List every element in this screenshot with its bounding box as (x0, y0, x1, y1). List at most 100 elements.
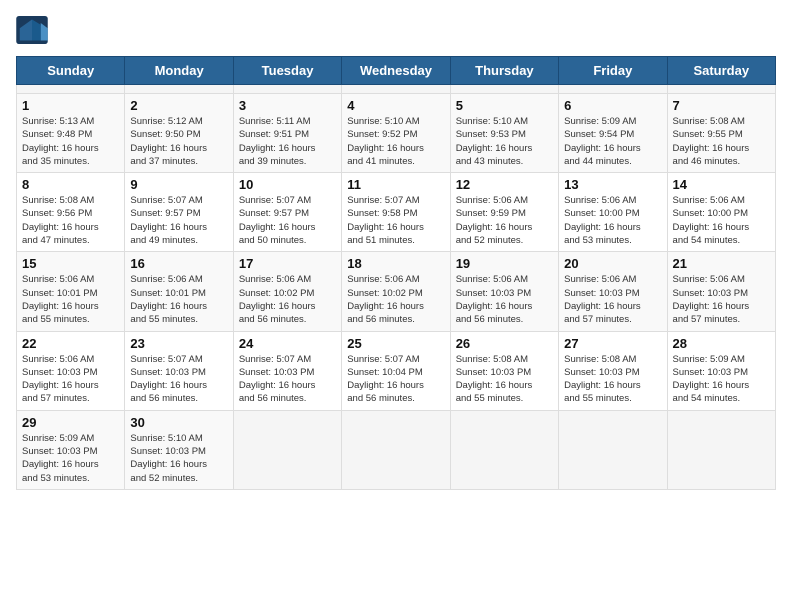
calendar-cell: 14Sunrise: 5:06 AM Sunset: 10:00 PM Dayl… (667, 173, 775, 252)
calendar-cell (667, 410, 775, 489)
calendar-cell (233, 410, 341, 489)
day-number: 29 (22, 415, 119, 430)
calendar-week-row: 8 Sunrise: 5:08 AM Sunset: 9:56 PM Daylig… (17, 173, 776, 252)
calendar-cell (125, 85, 233, 94)
day-number: 11 (347, 177, 444, 192)
day-number: 6 (564, 98, 661, 113)
cell-info: Sunrise: 5:08 AM Sunset: 9:56 PM Dayligh… (22, 194, 119, 247)
cell-info: Sunrise: 5:06 AM Sunset: 10:01 PM Daylig… (22, 273, 119, 326)
calendar-header-row: SundayMondayTuesdayWednesdayThursdayFrid… (17, 57, 776, 85)
day-number: 7 (673, 98, 770, 113)
calendar-week-row: 1 Sunrise: 5:13 AM Sunset: 9:48 PM Daylig… (17, 94, 776, 173)
day-number: 25 (347, 336, 444, 351)
day-number: 23 (130, 336, 227, 351)
day-header: Friday (559, 57, 667, 85)
day-number: 24 (239, 336, 336, 351)
calendar-cell: 30 Sunrise: 5:10 AM Sunset: 10:03 PM Dayl… (125, 410, 233, 489)
calendar-cell (450, 85, 558, 94)
day-number: 13 (564, 177, 661, 192)
cell-info: Sunrise: 5:06 AM Sunset: 10:03 PM Daylig… (673, 273, 770, 326)
calendar-cell: 15Sunrise: 5:06 AM Sunset: 10:01 PM Dayl… (17, 252, 125, 331)
page-header (16, 16, 776, 44)
day-number: 2 (130, 98, 227, 113)
cell-info: Sunrise: 5:06 AM Sunset: 10:00 PM Daylig… (564, 194, 661, 247)
calendar-cell (450, 410, 558, 489)
day-header: Monday (125, 57, 233, 85)
calendar-cell: 7 Sunrise: 5:08 AM Sunset: 9:55 PM Daylig… (667, 94, 775, 173)
calendar-cell (17, 85, 125, 94)
day-number: 21 (673, 256, 770, 271)
calendar-table: SundayMondayTuesdayWednesdayThursdayFrid… (16, 56, 776, 490)
calendar-cell: 21 Sunrise: 5:06 AM Sunset: 10:03 PM Dayl… (667, 252, 775, 331)
cell-info: Sunrise: 5:07 AM Sunset: 9:57 PM Dayligh… (130, 194, 227, 247)
calendar-cell: 9Sunrise: 5:07 AM Sunset: 9:57 PM Daylig… (125, 173, 233, 252)
calendar-cell: 17 Sunrise: 5:06 AM Sunset: 10:02 PM Dayl… (233, 252, 341, 331)
calendar-cell: 10 Sunrise: 5:07 AM Sunset: 9:57 PM Dayli… (233, 173, 341, 252)
cell-info: Sunrise: 5:09 AM Sunset: 10:03 PM Daylig… (673, 353, 770, 406)
calendar-cell: 19Sunrise: 5:06 AM Sunset: 10:03 PM Dayl… (450, 252, 558, 331)
calendar-cell: 2 Sunrise: 5:12 AM Sunset: 9:50 PM Daylig… (125, 94, 233, 173)
calendar-cell: 23 Sunrise: 5:07 AM Sunset: 10:03 PM Dayl… (125, 331, 233, 410)
cell-info: Sunrise: 5:08 AM Sunset: 10:03 PM Daylig… (456, 353, 553, 406)
calendar-cell: 8 Sunrise: 5:08 AM Sunset: 9:56 PM Daylig… (17, 173, 125, 252)
cell-info: Sunrise: 5:09 AM Sunset: 9:54 PM Dayligh… (564, 115, 661, 168)
calendar-cell (559, 410, 667, 489)
cell-info: Sunrise: 5:06 AM Sunset: 10:01 PM Daylig… (130, 273, 227, 326)
calendar-cell: 26 Sunrise: 5:08 AM Sunset: 10:03 PM Dayl… (450, 331, 558, 410)
cell-info: Sunrise: 5:10 AM Sunset: 9:52 PM Dayligh… (347, 115, 444, 168)
cell-info: Sunrise: 5:07 AM Sunset: 10:03 PM Daylig… (130, 353, 227, 406)
calendar-cell: 28 Sunrise: 5:09 AM Sunset: 10:03 PM Dayl… (667, 331, 775, 410)
cell-info: Sunrise: 5:10 AM Sunset: 9:53 PM Dayligh… (456, 115, 553, 168)
calendar-cell: 16 Sunrise: 5:06 AM Sunset: 10:01 PM Dayl… (125, 252, 233, 331)
day-header: Saturday (667, 57, 775, 85)
day-header: Sunday (17, 57, 125, 85)
logo (16, 16, 52, 44)
calendar-cell: 27 Sunrise: 5:08 AM Sunset: 10:03 PM Dayl… (559, 331, 667, 410)
cell-info: Sunrise: 5:08 AM Sunset: 9:55 PM Dayligh… (673, 115, 770, 168)
cell-info: Sunrise: 5:07 AM Sunset: 9:58 PM Dayligh… (347, 194, 444, 247)
calendar-cell: 24 Sunrise: 5:07 AM Sunset: 10:03 PM Dayl… (233, 331, 341, 410)
day-number: 16 (130, 256, 227, 271)
cell-info: Sunrise: 5:07 AM Sunset: 9:57 PM Dayligh… (239, 194, 336, 247)
calendar-cell: 12 Sunrise: 5:06 AM Sunset: 9:59 PM Dayli… (450, 173, 558, 252)
day-number: 22 (22, 336, 119, 351)
day-number: 14 (673, 177, 770, 192)
day-number: 30 (130, 415, 227, 430)
cell-info: Sunrise: 5:09 AM Sunset: 10:03 PM Daylig… (22, 432, 119, 485)
calendar-week-row (17, 85, 776, 94)
day-number: 18 (347, 256, 444, 271)
day-number: 3 (239, 98, 336, 113)
cell-info: Sunrise: 5:10 AM Sunset: 10:03 PM Daylig… (130, 432, 227, 485)
cell-info: Sunrise: 5:13 AM Sunset: 9:48 PM Dayligh… (22, 115, 119, 168)
cell-info: Sunrise: 5:12 AM Sunset: 9:50 PM Dayligh… (130, 115, 227, 168)
day-header: Tuesday (233, 57, 341, 85)
calendar-cell: 11 Sunrise: 5:07 AM Sunset: 9:58 PM Dayli… (342, 173, 450, 252)
day-number: 27 (564, 336, 661, 351)
day-number: 26 (456, 336, 553, 351)
day-number: 10 (239, 177, 336, 192)
cell-info: Sunrise: 5:08 AM Sunset: 10:03 PM Daylig… (564, 353, 661, 406)
calendar-cell (342, 85, 450, 94)
day-number: 17 (239, 256, 336, 271)
calendar-cell: 6 Sunrise: 5:09 AM Sunset: 9:54 PM Daylig… (559, 94, 667, 173)
calendar-week-row: 29 Sunrise: 5:09 AM Sunset: 10:03 PM Dayl… (17, 410, 776, 489)
calendar-cell: 20Sunrise: 5:06 AM Sunset: 10:03 PM Dayl… (559, 252, 667, 331)
cell-info: Sunrise: 5:06 AM Sunset: 10:02 PM Daylig… (239, 273, 336, 326)
cell-info: Sunrise: 5:07 AM Sunset: 10:03 PM Daylig… (239, 353, 336, 406)
calendar-cell (559, 85, 667, 94)
day-number: 19 (456, 256, 553, 271)
calendar-cell: 18Sunrise: 5:06 AM Sunset: 10:02 PM Dayl… (342, 252, 450, 331)
logo-icon (16, 16, 48, 44)
calendar-week-row: 15Sunrise: 5:06 AM Sunset: 10:01 PM Dayl… (17, 252, 776, 331)
day-number: 5 (456, 98, 553, 113)
calendar-cell: 3Sunrise: 5:11 AM Sunset: 9:51 PM Daylig… (233, 94, 341, 173)
calendar-cell (667, 85, 775, 94)
cell-info: Sunrise: 5:06 AM Sunset: 9:59 PM Dayligh… (456, 194, 553, 247)
day-number: 8 (22, 177, 119, 192)
day-number: 12 (456, 177, 553, 192)
cell-info: Sunrise: 5:06 AM Sunset: 10:03 PM Daylig… (22, 353, 119, 406)
day-number: 28 (673, 336, 770, 351)
day-number: 20 (564, 256, 661, 271)
day-number: 1 (22, 98, 119, 113)
day-number: 4 (347, 98, 444, 113)
